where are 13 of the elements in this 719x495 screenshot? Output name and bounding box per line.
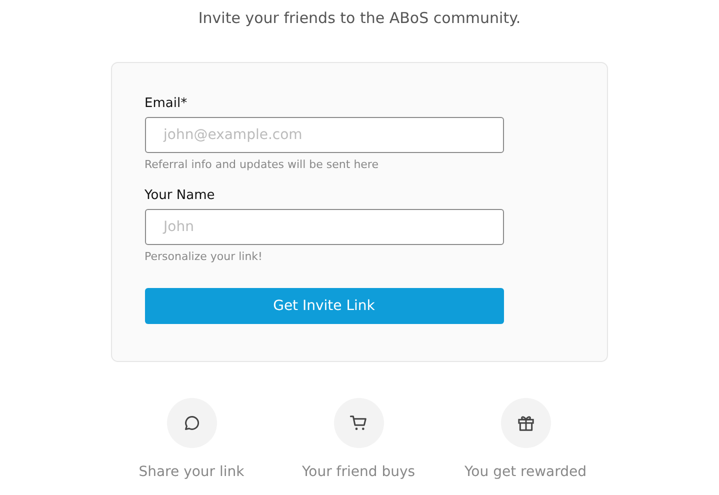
- field-hint: Referral info and updates will be sent here: [144, 158, 380, 172]
- step-label: Your friend buys: [302, 464, 416, 480]
- field-label: Email*: [144, 96, 188, 112]
- invite-button[interactable]: Get Invite Link: [144, 288, 504, 324]
- field-hint: Personalize your link!: [144, 250, 264, 264]
- input-field[interactable]: John: [144, 209, 504, 245]
- cart-icon: [348, 413, 368, 433]
- step-label: You get rewarded: [464, 464, 586, 480]
- step-label: Share your link: [138, 464, 244, 480]
- page-heading: Invite your friends to the ABoS community.: [198, 8, 521, 28]
- field-label: Your Name: [144, 188, 216, 204]
- gift-icon: [516, 413, 536, 433]
- input-field[interactable]: john@example.com: [144, 117, 504, 153]
